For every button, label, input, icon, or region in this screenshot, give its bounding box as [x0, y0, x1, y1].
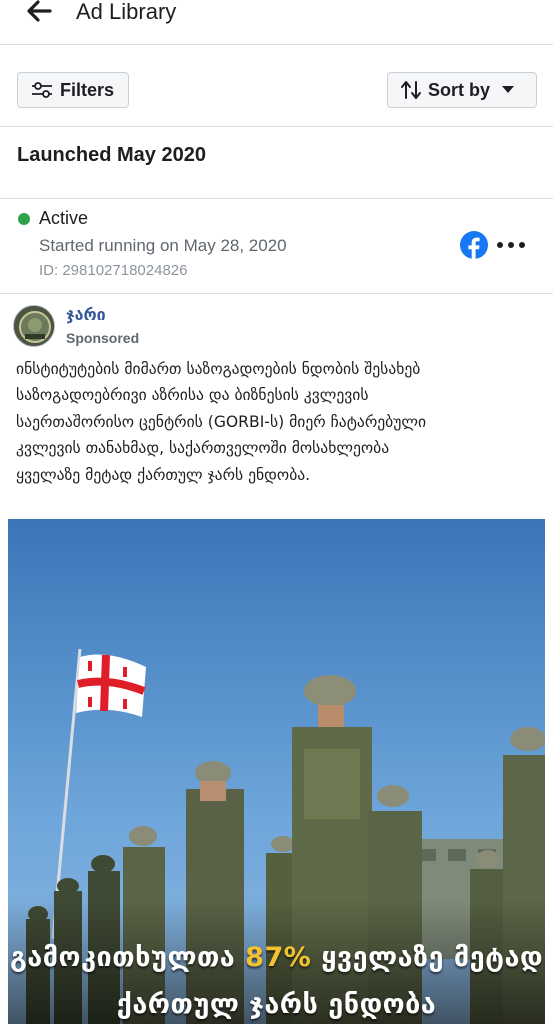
sponsored-label: Sponsored [66, 330, 140, 346]
active-status-dot [18, 213, 30, 225]
divider [0, 126, 553, 127]
divider [0, 293, 553, 294]
ad-creative-image[interactable]: გამოკითხულთა 87% ყველაზე მეტად ქართულ ჯა… [8, 519, 545, 1024]
page-title: Ad Library [76, 0, 177, 24]
avatar[interactable] [13, 305, 55, 347]
more-dot [519, 242, 525, 248]
ad-start-date: Started running on May 28, 2020 [39, 236, 287, 255]
sort-by-button[interactable]: Sort by [387, 72, 537, 108]
sliders-icon [30, 80, 54, 100]
headline-text: ყველაზე მეტად [311, 942, 544, 973]
sort-by-label: Sort by [428, 79, 491, 100]
ad-status: Active [39, 208, 89, 228]
facebook-icon [460, 231, 488, 259]
headline-percent: 87% [245, 942, 312, 973]
georgian-flag [76, 654, 146, 717]
more-horizontal-icon[interactable] [497, 232, 525, 258]
arrow-left-icon[interactable] [22, 0, 56, 30]
section-heading: Launched May 2020 [17, 144, 206, 166]
filters-label: Filters [60, 79, 115, 100]
advertiser-name[interactable]: ჯარი [66, 305, 106, 325]
ad-body-text: ინსტიტუტების მიმართ საზოგადოების ნდობის … [16, 360, 427, 484]
more-dot [497, 242, 503, 248]
creative-headline-line-1: გამოკითხულთა 87% ყველაზე მეტად [8, 942, 545, 973]
creative-headline-line-2: ქართულ ჯარს ენდობა [116, 989, 437, 1020]
headline-text: გამოკითხულთა [9, 942, 246, 973]
sort-arrows-icon [400, 80, 422, 100]
ad-id: ID: 298102718024826 [39, 262, 188, 279]
filters-button[interactable]: Filters [17, 72, 129, 108]
top-bar: Ad Library [0, 0, 553, 45]
caret-down-icon [502, 86, 515, 94]
more-dot [508, 242, 514, 248]
